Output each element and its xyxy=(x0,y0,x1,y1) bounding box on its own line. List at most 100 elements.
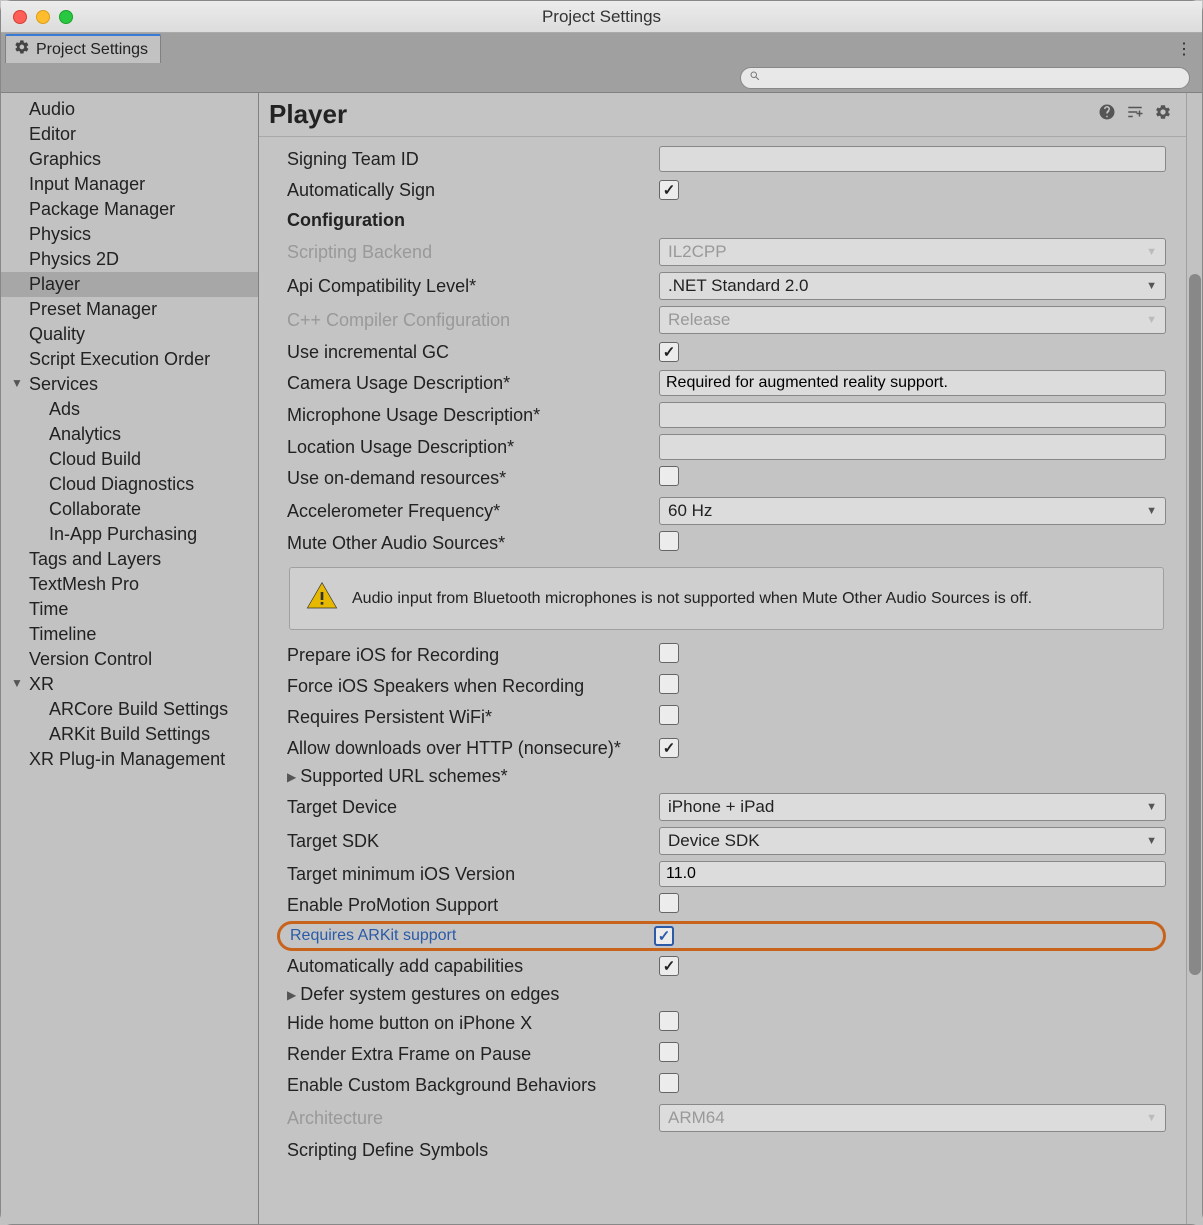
warning-icon xyxy=(306,580,338,617)
render-extra-label: Render Extra Frame on Pause xyxy=(287,1044,659,1065)
mic-usage-input[interactable] xyxy=(659,402,1166,428)
sidebar-item-editor[interactable]: Editor xyxy=(1,122,258,147)
settings-sidebar[interactable]: Audio Editor Graphics Input Manager Pack… xyxy=(1,93,259,1224)
sidebar-item-arkit-build[interactable]: ARKit Build Settings xyxy=(1,722,258,747)
sidebar-item-script-execution-order[interactable]: Script Execution Order xyxy=(1,347,258,372)
tab-project-settings[interactable]: Project Settings xyxy=(5,34,161,63)
search-input[interactable] xyxy=(765,70,1181,85)
tab-label: Project Settings xyxy=(36,41,148,59)
sidebar-item-arcore-build[interactable]: ARCore Build Settings xyxy=(1,697,258,722)
camera-usage-input[interactable] xyxy=(659,370,1166,396)
signing-team-id-label: Signing Team ID xyxy=(287,149,659,170)
toolbar xyxy=(1,63,1202,93)
force-ios-speakers-label: Force iOS Speakers when Recording xyxy=(287,676,659,697)
triangle-right-icon: ▶ xyxy=(287,770,296,784)
url-schemes-foldout[interactable]: ▶Supported URL schemes* xyxy=(287,763,1166,790)
tab-menu-button[interactable]: ⋮ xyxy=(1176,39,1192,59)
promotion-checkbox[interactable] xyxy=(659,893,679,913)
help-icon[interactable] xyxy=(1098,103,1116,126)
target-sdk-dropdown[interactable]: Device SDK▼ xyxy=(659,827,1166,855)
arkit-checkbox[interactable] xyxy=(654,926,674,946)
hide-home-checkbox[interactable] xyxy=(659,1011,679,1031)
chevron-down-icon: ▼ xyxy=(1146,280,1157,292)
search-icon xyxy=(749,69,765,87)
persistent-wifi-checkbox[interactable] xyxy=(659,705,679,725)
sidebar-item-cloud-build[interactable]: Cloud Build xyxy=(1,447,258,472)
api-compat-dropdown[interactable]: .NET Standard 2.0▼ xyxy=(659,272,1166,300)
persistent-wifi-label: Requires Persistent WiFi* xyxy=(287,707,659,728)
sidebar-item-tags-and-layers[interactable]: Tags and Layers xyxy=(1,547,258,572)
sidebar-item-services[interactable]: Services xyxy=(1,372,258,397)
warning-text: Audio input from Bluetooth microphones i… xyxy=(352,590,1032,608)
settings-gear-icon[interactable] xyxy=(1154,103,1172,126)
preset-icon[interactable] xyxy=(1126,103,1144,126)
ondemand-checkbox[interactable] xyxy=(659,466,679,486)
auto-sign-checkbox[interactable] xyxy=(659,180,679,200)
config-header: Configuration xyxy=(287,210,659,231)
sidebar-item-xr-plugin-management[interactable]: XR Plug-in Management xyxy=(1,747,258,772)
min-ios-label: Target minimum iOS Version xyxy=(287,864,659,885)
mic-usage-label: Microphone Usage Description* xyxy=(287,405,659,426)
scripting-backend-dropdown: IL2CPP▼ xyxy=(659,238,1166,266)
chevron-down-icon: ▼ xyxy=(1146,246,1157,258)
sidebar-item-input-manager[interactable]: Input Manager xyxy=(1,172,258,197)
force-ios-speakers-checkbox[interactable] xyxy=(659,674,679,694)
cpp-compiler-dropdown: Release▼ xyxy=(659,306,1166,334)
incremental-gc-label: Use incremental GC xyxy=(287,342,659,363)
api-compat-label: Api Compatibility Level* xyxy=(287,276,659,297)
hide-home-label: Hide home button on iPhone X xyxy=(287,1013,659,1034)
sidebar-item-quality[interactable]: Quality xyxy=(1,322,258,347)
render-extra-checkbox[interactable] xyxy=(659,1042,679,1062)
defer-gestures-foldout[interactable]: ▶Defer system gestures on edges xyxy=(287,981,1166,1008)
target-sdk-label: Target SDK xyxy=(287,831,659,852)
mute-audio-checkbox[interactable] xyxy=(659,531,679,551)
sidebar-item-analytics[interactable]: Analytics xyxy=(1,422,258,447)
sidebar-item-xr[interactable]: XR xyxy=(1,672,258,697)
scrollbar-thumb[interactable] xyxy=(1189,274,1201,975)
sidebar-item-audio[interactable]: Audio xyxy=(1,97,258,122)
signing-team-id-input[interactable] xyxy=(659,146,1166,172)
window-titlebar: Project Settings xyxy=(1,1,1202,33)
custom-bg-checkbox[interactable] xyxy=(659,1073,679,1093)
sidebar-item-package-manager[interactable]: Package Manager xyxy=(1,197,258,222)
target-device-label: Target Device xyxy=(287,797,659,818)
sidebar-item-time[interactable]: Time xyxy=(1,597,258,622)
sidebar-item-graphics[interactable]: Graphics xyxy=(1,147,258,172)
window-title: Project Settings xyxy=(1,7,1202,27)
chevron-down-icon: ▼ xyxy=(1146,314,1157,326)
location-usage-input[interactable] xyxy=(659,434,1166,460)
auto-capabilities-checkbox[interactable] xyxy=(659,956,679,976)
search-field[interactable] xyxy=(740,67,1190,89)
sidebar-item-timeline[interactable]: Timeline xyxy=(1,622,258,647)
sidebar-item-player[interactable]: Player xyxy=(1,272,258,297)
architecture-label: Architecture xyxy=(287,1108,659,1129)
cpp-compiler-label: C++ Compiler Configuration xyxy=(287,310,659,331)
gear-icon xyxy=(14,39,30,60)
sidebar-item-physics[interactable]: Physics xyxy=(1,222,258,247)
sidebar-item-ads[interactable]: Ads xyxy=(1,397,258,422)
min-ios-input[interactable] xyxy=(659,861,1166,887)
prepare-ios-label: Prepare iOS for Recording xyxy=(287,645,659,666)
accel-freq-dropdown[interactable]: 60 Hz▼ xyxy=(659,497,1166,525)
vertical-scrollbar[interactable] xyxy=(1186,93,1202,1224)
sidebar-item-textmesh-pro[interactable]: TextMesh Pro xyxy=(1,572,258,597)
sidebar-item-physics-2d[interactable]: Physics 2D xyxy=(1,247,258,272)
camera-usage-label: Camera Usage Description* xyxy=(287,373,659,394)
chevron-down-icon: ▼ xyxy=(1146,801,1157,813)
sidebar-item-cloud-diagnostics[interactable]: Cloud Diagnostics xyxy=(1,472,258,497)
auto-sign-label: Automatically Sign xyxy=(287,180,659,201)
arkit-label: Requires ARKit support xyxy=(280,927,654,945)
sidebar-item-in-app-purchasing[interactable]: In-App Purchasing xyxy=(1,522,258,547)
allow-http-checkbox[interactable] xyxy=(659,738,679,758)
location-usage-label: Location Usage Description* xyxy=(287,437,659,458)
custom-bg-label: Enable Custom Background Behaviors xyxy=(287,1075,659,1096)
sidebar-item-preset-manager[interactable]: Preset Manager xyxy=(1,297,258,322)
sidebar-item-collaborate[interactable]: Collaborate xyxy=(1,497,258,522)
ondemand-label: Use on-demand resources* xyxy=(287,468,659,489)
incremental-gc-checkbox[interactable] xyxy=(659,342,679,362)
sidebar-item-version-control[interactable]: Version Control xyxy=(1,647,258,672)
scripting-define-label: Scripting Define Symbols xyxy=(287,1140,488,1161)
auto-capabilities-label: Automatically add capabilities xyxy=(287,956,659,977)
target-device-dropdown[interactable]: iPhone + iPad▼ xyxy=(659,793,1166,821)
prepare-ios-checkbox[interactable] xyxy=(659,643,679,663)
